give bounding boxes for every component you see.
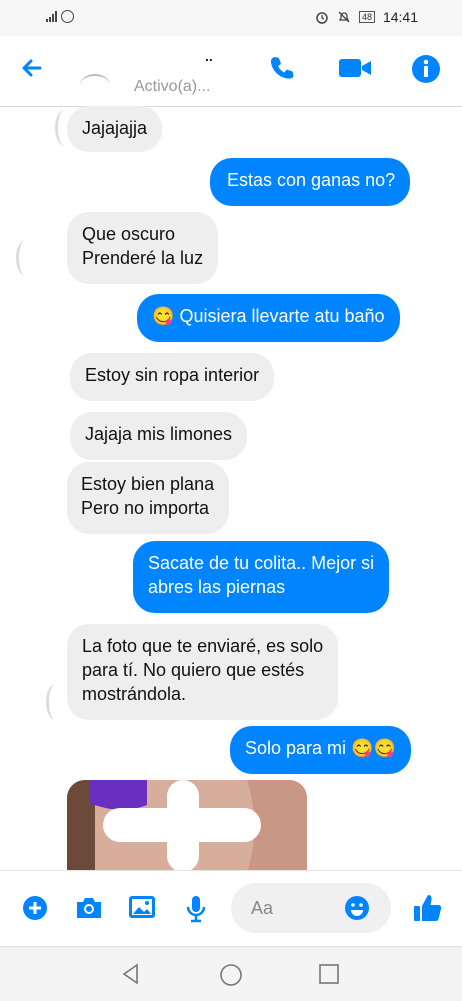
message-bubble-outgoing[interactable]: 😋 Quisiera llevarte atu baño bbox=[137, 294, 400, 342]
status-left bbox=[46, 10, 74, 23]
plus-circle-icon[interactable] bbox=[22, 895, 48, 921]
message-bubble-incoming[interactable]: Que oscuro Prenderé la luz bbox=[67, 212, 219, 284]
signal-icon bbox=[46, 11, 57, 22]
contact-name[interactable]: .. bbox=[205, 48, 213, 64]
alarm-icon bbox=[316, 12, 328, 24]
message-bubble-incoming[interactable]: Jajaja mis limones bbox=[70, 412, 248, 460]
message-text: Quisiera llevarte atu baño bbox=[179, 306, 385, 326]
message-bubble-incoming[interactable]: Estoy sin ropa interior bbox=[70, 353, 275, 401]
photo-thumbnail bbox=[67, 780, 307, 872]
message-bubble-incoming[interactable]: Estoy bien plana Pero no importa bbox=[67, 462, 230, 534]
video-camera-icon[interactable] bbox=[338, 54, 372, 82]
message-bubble-outgoing[interactable]: Solo para mi 😋😋 bbox=[230, 726, 411, 774]
smiley-icon[interactable] bbox=[344, 895, 370, 921]
message-input-placeholder: Aa bbox=[251, 898, 274, 918]
message-composer: Aa bbox=[0, 870, 462, 947]
photo-message[interactable] bbox=[67, 780, 307, 872]
info-icon[interactable] bbox=[411, 54, 441, 84]
phone-icon[interactable] bbox=[268, 54, 296, 82]
message-input[interactable]: Aa bbox=[231, 883, 391, 933]
message-bubble-incoming[interactable]: Jajajajja bbox=[67, 106, 163, 152]
thumbs-up-icon[interactable] bbox=[412, 893, 442, 923]
emoji-icon: 😋 bbox=[152, 306, 175, 326]
sender-avatar bbox=[16, 240, 35, 276]
system-nav-bar bbox=[0, 946, 462, 1001]
sender-avatar bbox=[46, 684, 65, 720]
home-nav-icon[interactable] bbox=[219, 963, 243, 987]
battery-indicator: 48 bbox=[358, 11, 375, 23]
recents-nav-icon[interactable] bbox=[319, 964, 339, 984]
mute-icon bbox=[338, 11, 350, 23]
microphone-icon[interactable] bbox=[186, 895, 206, 923]
status-bar: 48 14:41 bbox=[0, 0, 462, 36]
whatsapp-icon bbox=[61, 10, 74, 23]
status-right: 48 14:41 bbox=[315, 9, 418, 25]
image-icon[interactable] bbox=[128, 895, 156, 921]
contact-status: Activo(a)... bbox=[134, 78, 211, 95]
camera-icon[interactable] bbox=[74, 895, 104, 921]
chat-header: .. Activo(a)... bbox=[0, 36, 462, 107]
message-bubble-outgoing[interactable]: Sacate de tu colita.. Mejor si abres las… bbox=[133, 541, 390, 613]
clock: 14:41 bbox=[382, 9, 418, 25]
contact-avatar[interactable] bbox=[80, 74, 110, 96]
message-bubble-incoming[interactable]: La foto que te enviaré, es solo para tí.… bbox=[67, 624, 339, 720]
back-nav-icon[interactable] bbox=[120, 963, 142, 985]
message-bubble-outgoing[interactable]: Estas con ganas no? bbox=[210, 158, 411, 206]
arrow-left-icon[interactable] bbox=[20, 56, 44, 80]
